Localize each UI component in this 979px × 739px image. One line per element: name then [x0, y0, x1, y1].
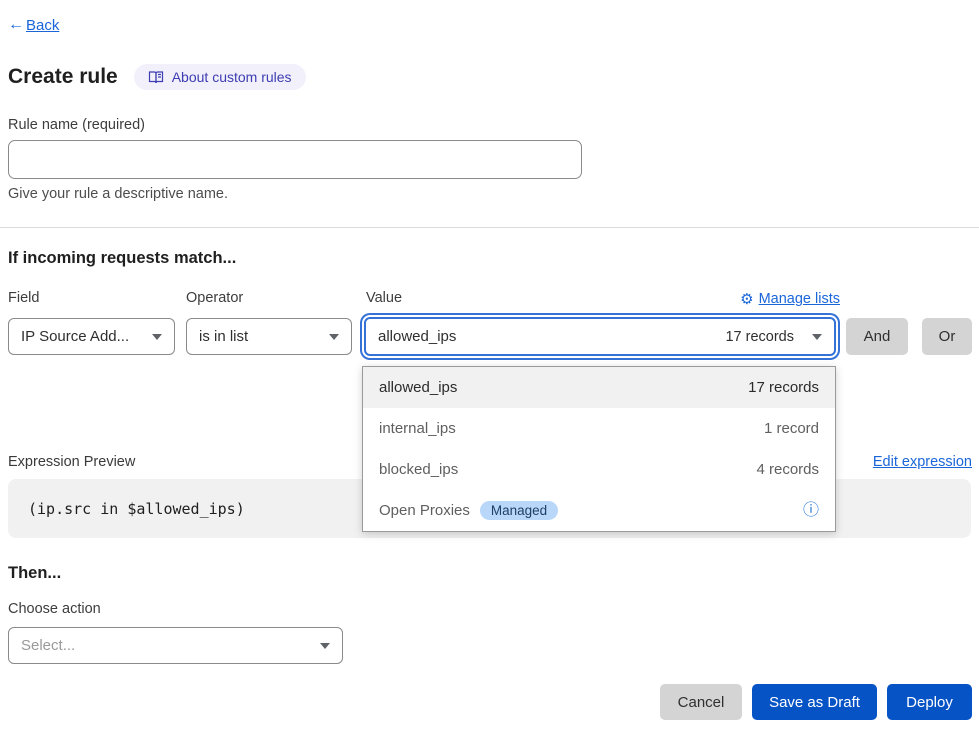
- rule-name-label: Rule name (required): [8, 117, 145, 133]
- field-label: Field: [8, 290, 39, 306]
- and-button[interactable]: And: [846, 318, 908, 355]
- rule-name-helper: Give your rule a descriptive name.: [8, 186, 228, 202]
- or-button[interactable]: Or: [922, 318, 972, 355]
- action-select[interactable]: Select...: [8, 627, 343, 664]
- dropdown-item-internal-ips[interactable]: internal_ips 1 record: [363, 408, 835, 449]
- chevron-down-icon: [152, 334, 162, 340]
- edit-expression-link[interactable]: Edit expression: [873, 454, 972, 470]
- chevron-down-icon: [320, 643, 330, 649]
- back-link-label: Back: [26, 17, 59, 34]
- dropdown-item-allowed-ips[interactable]: allowed_ips 17 records: [363, 367, 835, 408]
- book-icon: [148, 70, 164, 85]
- list-records: 1 record: [764, 420, 819, 437]
- managed-badge: Managed: [480, 501, 558, 520]
- manage-lists-label: Manage lists: [759, 291, 840, 307]
- dropdown-item-open-proxies[interactable]: Open Proxies Managed ⓘ: [363, 490, 835, 531]
- list-records: 4 records: [756, 461, 819, 478]
- operator-label: Operator: [186, 290, 243, 306]
- list-name: Open Proxies: [379, 502, 470, 519]
- list-name: internal_ips: [379, 420, 456, 437]
- action-select-placeholder: Select...: [21, 637, 75, 654]
- value-select-records: 17 records: [725, 329, 794, 345]
- dropdown-item-blocked-ips[interactable]: blocked_ips 4 records: [363, 449, 835, 490]
- manage-lists-link[interactable]: ⚙ Manage lists: [700, 290, 840, 308]
- create-rule-page: ←Back Create rule About custom rules Rul…: [0, 0, 979, 739]
- back-link[interactable]: ←Back: [8, 16, 59, 34]
- match-section-heading: If incoming requests match...: [8, 249, 236, 268]
- operator-select[interactable]: is in list: [186, 318, 352, 355]
- then-heading: Then...: [8, 564, 61, 583]
- list-name: allowed_ips: [379, 379, 457, 396]
- section-divider: [0, 227, 979, 228]
- page-title: Create rule: [8, 65, 118, 89]
- value-select-selected: allowed_ips: [378, 328, 456, 345]
- list-records: 17 records: [748, 379, 819, 396]
- list-dropdown-menu: allowed_ips 17 records internal_ips 1 re…: [362, 366, 836, 532]
- chevron-down-icon: [812, 334, 822, 340]
- expression-code: (ip.src in $allowed_ips): [28, 500, 245, 518]
- list-name: blocked_ips: [379, 461, 458, 478]
- choose-action-label: Choose action: [8, 601, 101, 617]
- field-select[interactable]: IP Source Add...: [8, 318, 175, 355]
- about-custom-rules-link[interactable]: About custom rules: [134, 64, 306, 90]
- gear-icon: ⚙: [740, 290, 753, 308]
- operator-select-value: is in list: [199, 328, 248, 345]
- rule-name-input[interactable]: [8, 140, 582, 179]
- back-arrow-icon: ←: [8, 16, 24, 34]
- expression-preview-label: Expression Preview: [8, 454, 135, 470]
- about-custom-rules-label: About custom rules: [172, 69, 292, 85]
- field-select-value: IP Source Add...: [21, 328, 129, 345]
- title-row: Create rule About custom rules: [8, 64, 306, 90]
- cancel-button[interactable]: Cancel: [660, 684, 742, 720]
- value-select[interactable]: allowed_ips 17 records: [364, 317, 836, 356]
- value-label: Value: [366, 290, 402, 306]
- info-icon[interactable]: ⓘ: [803, 503, 819, 519]
- save-as-draft-button[interactable]: Save as Draft: [752, 684, 877, 720]
- chevron-down-icon: [329, 334, 339, 340]
- deploy-button[interactable]: Deploy: [887, 684, 972, 720]
